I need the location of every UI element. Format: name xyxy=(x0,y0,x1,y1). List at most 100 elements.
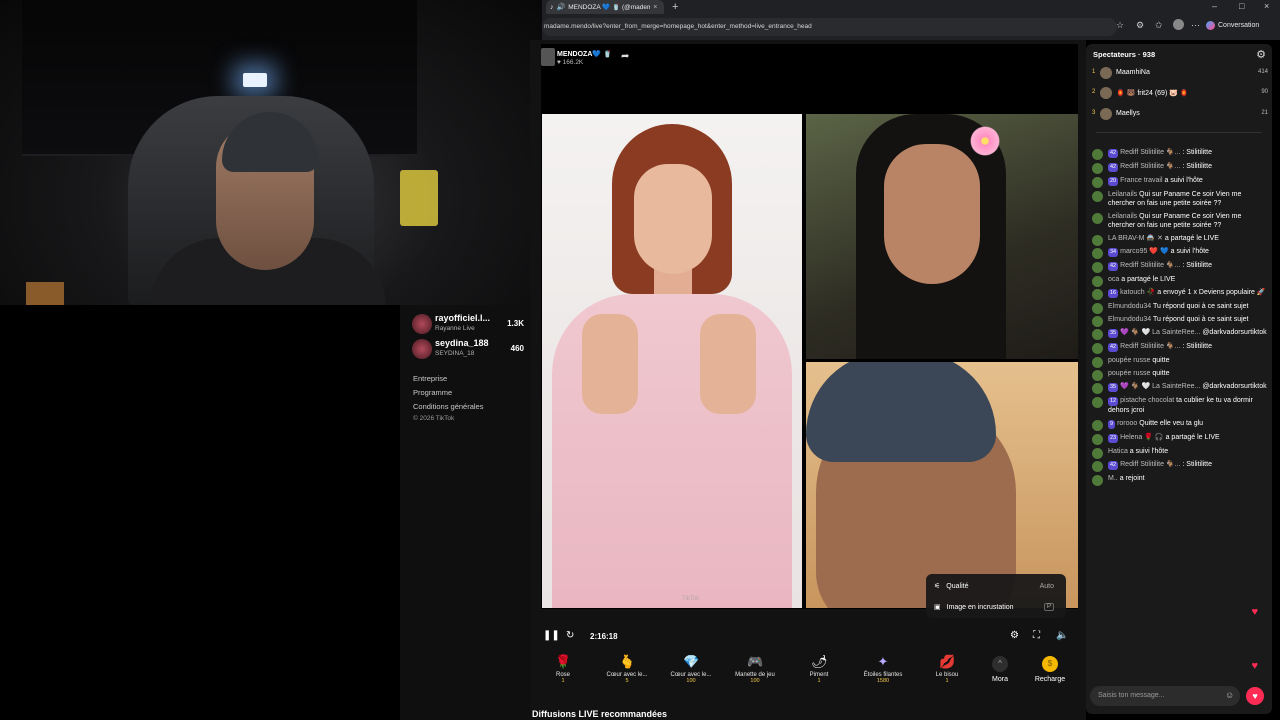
settings-gear-icon[interactable]: ⚙ xyxy=(1010,630,1019,641)
chat-message[interactable]: LA BRAV-M 🚔 ✕ a partagé le LIVE xyxy=(1090,234,1268,246)
chat-message[interactable]: 20 France travail a suivi l'hôte xyxy=(1090,176,1268,188)
profile-avatar-icon[interactable] xyxy=(1173,19,1184,30)
browser-tab[interactable]: ♪ 🔊 MENDOZA 💙 🥤 (@mademo... × xyxy=(546,0,664,14)
chat-message[interactable]: 42 Rediff Stilitilite 🐐... : Stilitilitte xyxy=(1090,148,1268,160)
chat-message[interactable]: 12 pistache chocolat ta cublier ke tu va … xyxy=(1090,396,1268,415)
extensions-icon[interactable]: ⚙ xyxy=(1136,20,1144,31)
chat-username[interactable]: Rediff Stilitilite 🐐... xyxy=(1120,149,1180,156)
chat-username[interactable]: oca xyxy=(1108,276,1119,283)
screen: rayofficiel.l... Rayanne Live 1.3K seydi… xyxy=(0,0,1280,720)
chat-message[interactable]: 42 Rediff Stilitilite 🐐... : Stilitilitte xyxy=(1090,342,1268,354)
watermark: TikTok xyxy=(682,596,700,602)
minimize-button[interactable]: – xyxy=(1212,1,1217,11)
fullscreen-icon[interactable]: ⛶ xyxy=(1033,630,1040,641)
host-name[interactable]: MENDOZA💙 🥤 xyxy=(557,50,612,58)
address-bar[interactable]: madame.mendo/live?enter_from_merge=homep… xyxy=(542,18,1117,36)
chat-username[interactable]: France travail xyxy=(1120,177,1162,184)
gift-rose[interactable]: 🌹 Rose 1 xyxy=(535,654,591,684)
suggested-account[interactable]: seydina_188 SEYDINA_18 460 xyxy=(410,336,526,362)
rank: 2 xyxy=(1092,89,1096,95)
avatar xyxy=(1092,262,1103,273)
chat-username[interactable]: marco95 ❤️ 💙 xyxy=(1120,248,1169,255)
avatar xyxy=(1092,434,1103,445)
chat-username[interactable]: 💜 🐐 🤍 La SainteRee... xyxy=(1120,329,1200,336)
link-programme[interactable]: Programme xyxy=(413,388,452,397)
menu-dots-icon[interactable]: ⋯ xyxy=(1191,20,1200,31)
avatar xyxy=(1092,475,1103,486)
top-viewer[interactable]: 3 Maellys 21 xyxy=(1092,107,1268,123)
chat-username[interactable]: pistache chocolat xyxy=(1120,397,1174,404)
black-area xyxy=(0,305,398,720)
maximize-button[interactable]: □ xyxy=(1239,1,1244,11)
like-heart-button[interactable]: ♥ xyxy=(1246,687,1264,705)
chat-username[interactable]: Rediff Stilitilite 🐐... xyxy=(1120,461,1180,468)
link-entreprise[interactable]: Entreprise xyxy=(413,374,447,383)
gift-heart-diamond[interactable]: 💎 Cœur avec le... 100 xyxy=(663,654,719,684)
chat-message[interactable]: 42 Rediff Stilitilite 🐐... : Stilitilitte xyxy=(1090,162,1268,174)
chat-text: a partagé le LIVE xyxy=(1164,235,1219,242)
chat-message[interactable]: Leilanails Qui sur Paname Ce soir Vien m… xyxy=(1090,212,1268,230)
chat-message[interactable]: 35 💜 🐐 🤍 La SainteRee... @darkvadorsurtik… xyxy=(1090,328,1268,340)
chat-username[interactable]: Helena 🌹 🎧 xyxy=(1120,434,1164,441)
chat-message[interactable]: Hatica a suivi l'hôte xyxy=(1090,447,1268,459)
chat-message[interactable]: 34 marco95 ❤️ 💙 a suivi l'hôte xyxy=(1090,247,1268,259)
gift-heart-hands[interactable]: 🫰 Cœur avec le... 5 xyxy=(599,654,655,684)
emoji-icon[interactable]: ☺ xyxy=(1225,690,1234,700)
gift-kiss[interactable]: 💋 Le bisou 1 xyxy=(919,654,975,684)
chat-username[interactable]: Rediff Stilitilite 🐐... xyxy=(1120,262,1180,269)
chat-username[interactable]: Hatica xyxy=(1108,448,1128,455)
new-tab-button[interactable]: + xyxy=(672,1,678,13)
gift-chili[interactable]: 🌶 Piment 1 xyxy=(791,654,847,684)
chat-username[interactable]: Elmundodu34 xyxy=(1108,316,1151,323)
chat-username[interactable]: Rediff Stilitilite 🐐... xyxy=(1120,163,1180,170)
favorites-icon[interactable]: ✩ xyxy=(1155,20,1163,31)
suggested-account[interactable]: rayofficiel.l... Rayanne Live 1.3K xyxy=(410,311,526,337)
viewers-header[interactable]: Spectateurs · 938 xyxy=(1093,50,1155,59)
volume-icon[interactable]: 🔈 xyxy=(1056,630,1068,641)
more-gifts-button[interactable]: ^ Mora xyxy=(972,654,1028,683)
host-avatar[interactable] xyxy=(541,48,555,66)
pause-icon[interactable]: ❚❚ xyxy=(543,630,560,641)
chat-message[interactable]: oca a partagé le LIVE xyxy=(1090,275,1268,287)
pip-option[interactable]: ▣ Image en incrustation P xyxy=(934,599,1062,615)
chat-username[interactable]: M.. xyxy=(1108,475,1118,482)
chat-message[interactable]: poupée russe quitte xyxy=(1090,369,1268,381)
refresh-icon[interactable]: ↻ xyxy=(566,630,574,641)
chat-username[interactable]: LA BRAV-M 🚔 ✕ xyxy=(1108,235,1163,242)
chat-message[interactable]: Elmundodu34 Tu répond quoi à ce saint su… xyxy=(1090,315,1268,327)
chat-message[interactable]: 42 Rediff Stilitilite 🐐... : Stilitilitte xyxy=(1090,261,1268,273)
chat-message[interactable]: 42 Rediff Stilitilite 🐐... : Stilitilitte xyxy=(1090,460,1268,472)
chat-message[interactable]: M.. a rejoint xyxy=(1090,474,1268,486)
account-name: seydina_188 xyxy=(435,338,489,348)
chat-username[interactable]: poupée russe xyxy=(1108,357,1150,364)
chat-message[interactable]: 9 rorooo Quitte elle veu ta glu xyxy=(1090,419,1268,431)
share-icon[interactable]: ➦ xyxy=(621,51,629,62)
conversation-button[interactable]: Conversation xyxy=(1206,21,1259,30)
chat-username[interactable]: Rediff Stilitilite 🐐... xyxy=(1120,343,1180,350)
chat-username[interactable]: 💜 🐐 🤍 La SainteRee... xyxy=(1120,383,1200,390)
chat-username[interactable]: rorooo xyxy=(1117,420,1137,427)
chat-settings-icon[interactable]: ⚙ xyxy=(1256,48,1266,61)
top-viewer[interactable]: 1 MaamhiNa 414 xyxy=(1092,66,1268,82)
recharge-button[interactable]: $ Recharge xyxy=(1022,654,1078,683)
close-icon[interactable]: × xyxy=(653,4,657,11)
chat-username[interactable]: Leilanails xyxy=(1108,191,1137,198)
chat-username[interactable]: Leilanails xyxy=(1108,213,1137,220)
quality-option[interactable]: ⚟ Qualité Auto xyxy=(934,578,1062,594)
chat-input[interactable]: Saisis ton message... xyxy=(1090,686,1240,706)
chat-message[interactable]: Leilanails Qui sur Paname Ce soir Vien m… xyxy=(1090,190,1268,208)
chat-message[interactable]: 16 katouch 🥀 a envoyé 1 x Deviens populai… xyxy=(1090,288,1268,300)
chat-message[interactable]: 23 Helena 🌹 🎧 a partagé le LIVE xyxy=(1090,433,1268,445)
gift-shooting-stars[interactable]: ✦ Étoiles filantes 1580 xyxy=(855,654,911,684)
chat-message[interactable]: Elmundodu34 Tu répond quoi à ce saint su… xyxy=(1090,302,1268,314)
link-conditions[interactable]: Conditions générales xyxy=(413,402,483,411)
chat-username[interactable]: katouch 🥀 xyxy=(1120,289,1155,296)
chat-message[interactable]: poupée russe quitte xyxy=(1090,356,1268,368)
chat-message[interactable]: 35 💜 🐐 🤍 La SainteRee... @darkvadorsurtik… xyxy=(1090,382,1268,394)
bookmark-star-icon[interactable]: ☆ xyxy=(1116,20,1124,31)
chat-username[interactable]: poupée russe xyxy=(1108,370,1150,377)
top-viewer[interactable]: 2 🏮 🐻 frit24 (69) 🐷 🏮 90 xyxy=(1092,86,1268,102)
gift-game-controller[interactable]: 🎮 Manette de jeu 100 xyxy=(727,654,783,684)
close-window-button[interactable]: × xyxy=(1264,1,1269,11)
chat-username[interactable]: Elmundodu34 xyxy=(1108,303,1151,310)
